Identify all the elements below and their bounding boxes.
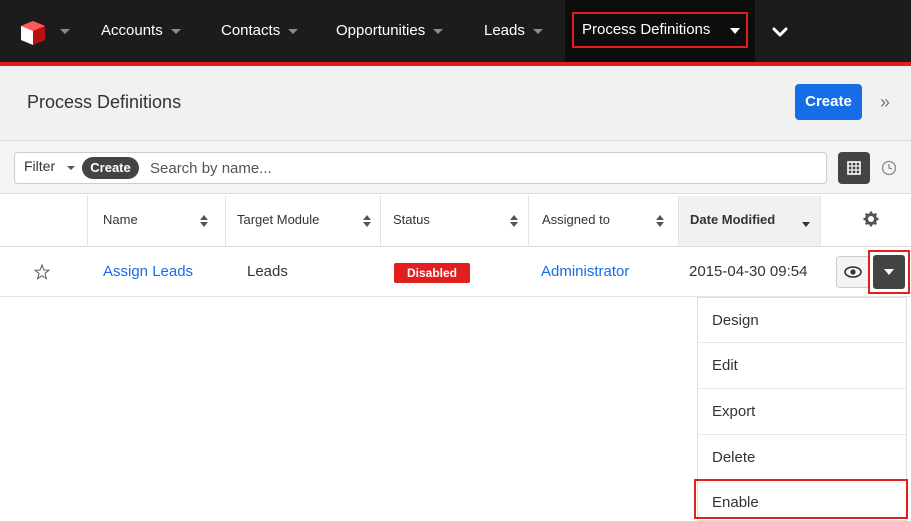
row-actions-dropdown-button[interactable] xyxy=(873,255,905,289)
list-view-toggle[interactable] xyxy=(838,152,870,184)
column-header-label: Date Modified xyxy=(690,212,776,227)
column-header-status[interactable]: Status xyxy=(393,198,523,248)
date-modified-cell: 2015-04-30 09:54 xyxy=(689,263,808,280)
chevron-down-icon[interactable] xyxy=(288,28,299,34)
grid-icon xyxy=(847,161,861,175)
column-header-label: Status xyxy=(393,212,430,227)
gear-icon[interactable] xyxy=(863,211,879,227)
sort-icon[interactable] xyxy=(200,215,208,227)
filter-caret-icon[interactable] xyxy=(67,166,75,170)
column-header-label: Name xyxy=(103,212,138,227)
column-divider xyxy=(380,196,381,246)
column-divider xyxy=(87,196,88,246)
favorite-star-icon[interactable] xyxy=(34,264,50,280)
column-header-label: Assigned to xyxy=(542,212,610,227)
create-filter-button[interactable]: Create xyxy=(82,157,139,179)
nav-item-accounts[interactable]: Accounts xyxy=(101,0,181,62)
nav-active-label: Process Definitions xyxy=(582,21,711,38)
column-header-assigned-to[interactable]: Assigned to xyxy=(542,198,672,248)
menu-divider xyxy=(698,388,906,389)
search-input[interactable] xyxy=(150,155,790,181)
filter-dropdown[interactable]: Filter xyxy=(24,158,55,174)
chevron-down-icon[interactable] xyxy=(532,28,543,34)
menu-item-enable[interactable]: Enable xyxy=(712,494,759,511)
column-header-target-module[interactable]: Target Module xyxy=(237,198,371,248)
column-divider xyxy=(528,196,529,246)
column-divider xyxy=(678,196,679,246)
menu-item-delete[interactable]: Delete xyxy=(712,449,755,466)
create-button[interactable]: Create xyxy=(795,84,862,120)
column-header-name[interactable]: Name xyxy=(103,198,213,248)
sugar-logo-icon[interactable] xyxy=(20,20,46,46)
page-title: Process Definitions xyxy=(27,92,182,112)
double-chevron-right-icon[interactable]: » xyxy=(880,92,890,113)
preview-button[interactable] xyxy=(836,256,870,288)
column-divider xyxy=(820,196,821,246)
caret-down-icon[interactable] xyxy=(730,28,740,34)
nav-item-label: Accounts xyxy=(101,22,163,39)
menu-divider xyxy=(698,434,906,435)
menu-item-edit[interactable]: Edit xyxy=(712,357,738,374)
column-header-label: Target Module xyxy=(237,212,320,227)
sort-descending-icon[interactable] xyxy=(802,222,810,227)
nav-item-leads[interactable]: Leads xyxy=(484,0,543,62)
sort-icon[interactable] xyxy=(510,215,518,227)
chevron-down-icon[interactable] xyxy=(433,28,444,34)
more-modules-chevron-icon[interactable] xyxy=(770,22,790,42)
nav-item-contacts[interactable]: Contacts xyxy=(221,0,299,62)
column-header-date-modified[interactable]: Date Modified xyxy=(690,198,818,248)
process-name-link[interactable]: Assign Leads xyxy=(103,263,193,280)
status-badge: Disabled xyxy=(394,263,470,283)
sort-icon[interactable] xyxy=(656,215,664,227)
logo-menu-caret-icon[interactable] xyxy=(60,29,70,34)
nav-item-label: Contacts xyxy=(221,22,281,39)
chevron-down-icon[interactable] xyxy=(170,28,181,34)
column-divider xyxy=(225,196,226,246)
menu-item-design[interactable]: Design xyxy=(712,312,759,329)
table-header-divider xyxy=(0,246,911,247)
target-module-cell: Leads xyxy=(247,263,288,280)
clock-icon[interactable] xyxy=(881,160,897,176)
sort-icon[interactable] xyxy=(363,215,371,227)
menu-divider xyxy=(698,342,906,343)
nav-item-label: Opportunities xyxy=(336,22,426,39)
nav-item-opportunities[interactable]: Opportunities xyxy=(336,0,444,62)
nav-item-label: Leads xyxy=(484,22,525,39)
menu-item-export[interactable]: Export xyxy=(712,403,755,420)
eye-icon xyxy=(844,266,862,278)
assigned-user-link[interactable]: Administrator xyxy=(541,263,629,280)
